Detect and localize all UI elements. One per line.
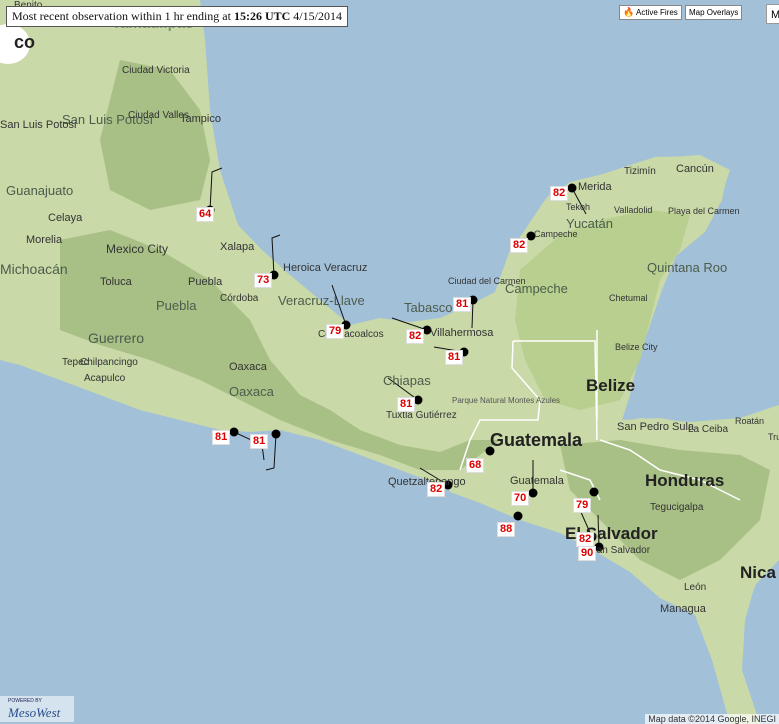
country-label: Belize: [586, 376, 635, 395]
station-temp-label[interactable]: 82: [406, 329, 425, 344]
city-label: Heroica Veracruz: [283, 262, 367, 274]
station-temp-label[interactable]: 81: [397, 397, 416, 412]
city-label: Chetumal: [609, 293, 648, 303]
station-temp-label[interactable]: 79: [326, 324, 345, 339]
city-label: Roatán: [735, 416, 764, 426]
station-temp-label[interactable]: 81: [453, 297, 472, 312]
map-overlays-button[interactable]: Map Overlays: [685, 5, 743, 20]
observation-banner: Most recent observation within 1 hr endi…: [6, 6, 348, 27]
city-label: Belize City: [615, 342, 658, 352]
city-label: León: [684, 582, 706, 593]
city-label: Guatemala: [510, 475, 565, 487]
city-label: Xalapa: [220, 241, 255, 253]
state-label: Puebla: [156, 298, 197, 313]
station-temp-label[interactable]: 82: [427, 482, 446, 497]
state-label: Oaxaca: [229, 384, 275, 399]
city-label: La Ceiba: [688, 424, 728, 435]
state-label: Chiapas: [383, 373, 431, 388]
city-label: Parque Natural Montes Azules: [452, 396, 560, 405]
city-label: Acapulco: [84, 373, 126, 384]
city-label: Chilpancingo: [80, 357, 138, 368]
city-label: Morelia: [26, 234, 63, 246]
station-marker[interactable]: [589, 487, 599, 497]
city-label: Playa del Carmen: [668, 206, 740, 216]
city-label: San Pedro Sula: [617, 421, 695, 433]
logo-powered: POWERED BY: [8, 698, 42, 704]
country-label: Nica: [740, 563, 776, 582]
station-marker[interactable]: [528, 488, 538, 498]
country-label: Honduras: [645, 471, 724, 490]
station-temp-label[interactable]: 82: [550, 186, 569, 201]
city-label: Merida: [578, 181, 613, 193]
station-marker[interactable]: [567, 183, 577, 193]
city-label: Tekoh: [566, 202, 590, 212]
state-label: Tabasco: [404, 300, 452, 315]
station-marker[interactable]: [271, 429, 281, 439]
country-label: Guatemala: [490, 430, 583, 450]
city-label: Trujillo: [768, 432, 779, 442]
map-canvas[interactable]: Tamaulipas San Luis Potosí Guanajuato Mi…: [0, 0, 779, 724]
corner-text: co: [14, 32, 36, 52]
station-temp-label[interactable]: 81: [445, 350, 464, 365]
city-label: San Salvador: [590, 545, 651, 556]
station-temp-label[interactable]: 82: [576, 532, 595, 547]
city-label: Managua: [660, 603, 707, 615]
station-temp-label[interactable]: 73: [254, 273, 273, 288]
city-label: Tampico: [180, 113, 221, 125]
station-temp-label[interactable]: 90: [578, 546, 597, 561]
city-label: Puebla: [188, 276, 223, 288]
city-label: Tegucigalpa: [650, 502, 704, 513]
state-label: Veracruz-Llave: [278, 293, 365, 308]
active-fires-label: Active Fires: [636, 8, 678, 17]
city-label: Ciudad Victoria: [122, 65, 190, 76]
station-temp-label[interactable]: 88: [497, 522, 516, 537]
city-label: Córdoba: [220, 293, 259, 304]
state-label: Guerrero: [88, 330, 144, 346]
station-temp-label[interactable]: 68: [466, 458, 485, 473]
fire-icon: 🔥: [623, 7, 635, 17]
city-label: Campeche: [534, 229, 578, 239]
city-label: Cancún: [676, 163, 714, 175]
city-label: Celaya: [48, 212, 83, 224]
city-label: Mexico City: [106, 242, 168, 256]
state-label: Michoacán: [0, 261, 68, 277]
station-temp-label[interactable]: 81: [212, 430, 231, 445]
map-type-button[interactable]: Map: [766, 4, 779, 24]
state-label: Guanajuato: [6, 183, 73, 198]
city-label: Toluca: [100, 276, 133, 288]
active-fires-button[interactable]: 🔥 Active Fires: [619, 5, 682, 20]
station-temp-label[interactable]: 64: [196, 207, 215, 222]
map-attribution: Map data ©2014 Google, INEGI: [645, 714, 779, 724]
station-marker[interactable]: [229, 427, 239, 437]
banner-time: 15:26 UTC: [233, 9, 291, 23]
banner-date: 4/15/2014: [293, 9, 342, 23]
banner-prefix: Most recent observation within 1 hr endi…: [12, 9, 231, 23]
mesowest-logo[interactable]: POWERED BY MesoWest: [0, 696, 74, 722]
logo-name: MesoWest: [8, 705, 61, 720]
city-label: Villahermosa: [430, 327, 494, 339]
station-temp-label[interactable]: 70: [511, 491, 530, 506]
city-label: Ciudad del Carmen: [448, 276, 526, 286]
city-label: Tizimín: [624, 166, 656, 177]
city-label: Valladolid: [614, 205, 652, 215]
city-label: San Luis Potosi: [0, 119, 76, 131]
station-temp-label[interactable]: 79: [573, 498, 592, 513]
station-temp-label[interactable]: 82: [510, 238, 529, 253]
city-label: Oaxaca: [229, 361, 268, 373]
station-temp-label[interactable]: 81: [250, 434, 269, 449]
state-label: Quintana Roo: [647, 260, 727, 275]
station-marker[interactable]: [513, 511, 523, 521]
